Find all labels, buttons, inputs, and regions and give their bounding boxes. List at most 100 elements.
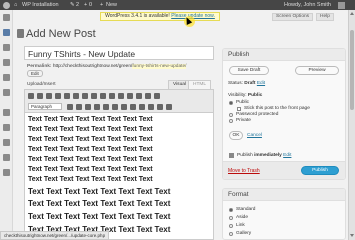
bullet-list-icon[interactable] (55, 93, 61, 99)
plugins-icon[interactable] (3, 124, 10, 131)
wordpress-logo-icon[interactable] (3, 1, 10, 9)
publish-box: Publish Save Draft Preview Status: Draft… (222, 48, 346, 180)
links-icon[interactable] (3, 59, 10, 66)
spellcheck-icon[interactable] (136, 93, 142, 99)
underline-icon[interactable] (67, 104, 73, 110)
page-scrollbar[interactable] (348, 10, 355, 240)
italic-icon[interactable] (37, 93, 43, 99)
page-title: Add New Post (26, 28, 96, 40)
comments-count[interactable]: 2 (76, 2, 79, 8)
tab-html[interactable]: HTML (188, 80, 212, 89)
comment-icon[interactable]: ✎ (70, 2, 75, 8)
publish-actions: Move to Trash Publish (223, 161, 345, 179)
strikethrough-icon[interactable] (46, 93, 52, 99)
upload-insert-label[interactable]: Upload/Insert (27, 82, 56, 87)
remove-format-icon[interactable] (112, 104, 118, 110)
editor-line: Text Text Text Text Text Text Text Text (28, 136, 153, 143)
preview-button[interactable]: Preview (295, 66, 339, 75)
scroll-up-icon[interactable] (350, 12, 354, 15)
format-box: Format Standard Aside Link Gallery (222, 188, 346, 240)
screen-options-button[interactable]: Screen Options (272, 13, 314, 21)
format-option-label: Link (236, 223, 245, 228)
bold-icon[interactable] (28, 93, 34, 99)
paste-text-icon[interactable] (94, 104, 100, 110)
site-name-link[interactable]: WP Installation (22, 2, 59, 8)
editor-line: Text Text Text Text Text Text Text Text (28, 116, 153, 123)
dashboard-icon[interactable] (3, 14, 10, 21)
justify-icon[interactable] (76, 104, 82, 110)
scrollbar-thumb[interactable] (350, 30, 354, 110)
permalink-base: http://checkthisoutrightnow.net/green/ (52, 64, 133, 69)
pages-icon[interactable] (3, 74, 10, 81)
paste-word-icon[interactable] (103, 104, 109, 110)
media-icon[interactable] (3, 44, 10, 51)
editor-line: Text Text Text Text Text Text Text Text (28, 146, 153, 153)
fullscreen-icon[interactable] (145, 93, 151, 99)
permalink-slug[interactable]: funny-tshirts-new-update/ (132, 64, 187, 69)
outdent-icon[interactable] (130, 104, 136, 110)
settings-icon[interactable] (3, 169, 10, 176)
radio-format-standard[interactable] (229, 208, 233, 212)
more-tag-icon[interactable] (127, 93, 133, 99)
blockquote-icon[interactable] (73, 93, 79, 99)
admin-bar: ⌂ WP Installation ✎ 2 + 0 + New Howdy, J… (0, 0, 355, 10)
option-sticky-label: Stick this post to the front page (244, 106, 310, 111)
editor-content-area[interactable]: Text Text Text Text Text Text Text Text … (24, 113, 214, 240)
permalink-edit-button[interactable]: Edit (27, 70, 43, 77)
option-public-label: Public (236, 100, 250, 105)
format-option-label: Standard (236, 207, 256, 212)
radio-format-link[interactable] (229, 224, 233, 228)
publish-button[interactable]: Publish (301, 166, 339, 175)
undo-icon[interactable] (148, 104, 154, 110)
permalink-row: Permalink: http://checkthisoutrightnow.n… (27, 64, 187, 69)
calendar-icon (229, 153, 234, 158)
visibility-cancel-link[interactable]: Cancel (247, 133, 262, 138)
updates-count[interactable]: 0 (89, 2, 92, 8)
admin-sidebar-menu (0, 10, 13, 240)
radio-password[interactable] (229, 113, 233, 117)
editor-toolbar: Paragraph (24, 89, 214, 113)
save-draft-button[interactable]: Save Draft (229, 66, 269, 75)
format-select[interactable]: Paragraph (28, 103, 62, 110)
editor-line: Text Text Text Text Text Text Text Text (28, 212, 171, 221)
help-icon[interactable] (166, 104, 172, 110)
special-char-icon[interactable] (121, 104, 127, 110)
posts-icon[interactable] (3, 29, 10, 36)
radio-format-aside[interactable] (229, 216, 233, 220)
comments-icon[interactable] (3, 89, 10, 96)
scroll-down-icon[interactable] (350, 234, 354, 237)
publish-schedule-row: Publish immediately Edit (237, 153, 291, 158)
radio-private[interactable] (229, 119, 233, 123)
move-to-trash-link[interactable]: Move to Trash (228, 168, 260, 174)
radio-format-gallery[interactable] (229, 232, 233, 236)
status-bar-url: checkthisoutrightnow.net/green/.../updat… (0, 231, 110, 240)
visibility-ok-button[interactable]: OK (229, 131, 243, 140)
status-value: Draft (244, 81, 256, 86)
text-color-icon[interactable] (85, 104, 91, 110)
publish-edit-link[interactable]: Edit (283, 153, 291, 158)
post-title-input[interactable]: Funny TShirts - New Update (24, 46, 214, 60)
publish-heading: Publish (223, 49, 345, 61)
wp-admin-screen: ⌂ WP Installation ✎ 2 + 0 + New Howdy, J… (0, 0, 355, 240)
unlink-icon[interactable] (118, 93, 124, 99)
align-center-icon[interactable] (91, 93, 97, 99)
user-greeting[interactable]: Howdy, John Smith (284, 2, 331, 8)
publish-when: immediately (254, 153, 282, 158)
help-button[interactable]: Help (316, 13, 334, 21)
appearance-icon[interactable] (3, 109, 10, 116)
align-right-icon[interactable] (100, 93, 106, 99)
update-notice-text: WordPress 3.4.1 is available! (105, 13, 170, 19)
status-edit-link[interactable]: Edit (257, 81, 265, 86)
avatar[interactable] (338, 1, 345, 9)
align-left-icon[interactable] (82, 93, 88, 99)
sticky-checkbox[interactable] (237, 107, 241, 111)
kitchen-sink-icon[interactable] (154, 93, 160, 99)
new-content-menu[interactable]: New (106, 2, 117, 8)
radio-public[interactable] (229, 101, 233, 105)
redo-icon[interactable] (157, 104, 163, 110)
link-icon[interactable] (109, 93, 115, 99)
numbered-list-icon[interactable] (64, 93, 70, 99)
tools-icon[interactable] (3, 154, 10, 161)
users-icon[interactable] (3, 139, 10, 146)
indent-icon[interactable] (139, 104, 145, 110)
